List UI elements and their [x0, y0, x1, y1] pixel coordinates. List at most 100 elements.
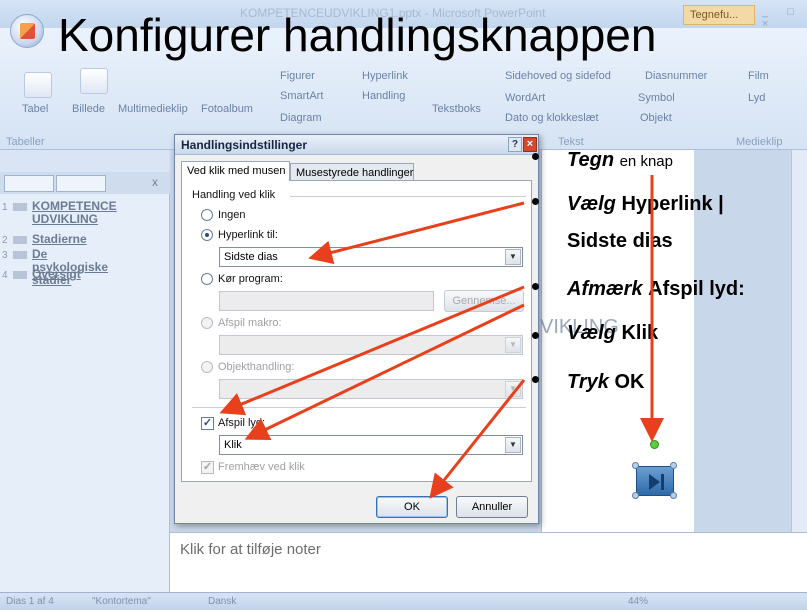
bullet-4-text: Klik [621, 322, 659, 344]
action-settings-dialog: Handlingsindstillinger ? × Ved klik med … [174, 134, 539, 524]
ribbon-lyd[interactable]: Lyd [748, 92, 765, 104]
sound-select[interactable]: Klik ▼ [219, 435, 523, 455]
ribbon-tekstboks[interactable]: Tekstboks [432, 103, 481, 115]
window-controls[interactable]: _ □ × [762, 6, 807, 30]
ribbon-objekt[interactable]: Objekt [640, 112, 672, 124]
outline-item-1[interactable]: KOMPETENCE UDVIKLING [32, 200, 117, 226]
label-hyperlink: Hyperlink til: [218, 229, 278, 241]
bullet-2-text-cont: Sidste dias [567, 230, 673, 252]
outline-item-4[interactable]: Oversigt [32, 268, 81, 281]
page-title: Konfigurer handlingsknappen [58, 9, 657, 61]
ribbon-sidehoved[interactable]: Sidehoved og sidefod [505, 70, 611, 82]
chevron-down-icon[interactable]: ▼ [505, 437, 521, 453]
notes-pane[interactable]: Klik for at tilføje noter [170, 532, 807, 592]
slide-icon [13, 271, 27, 279]
vertical-scrollbar[interactable] [791, 150, 807, 532]
help-button[interactable]: ? [508, 137, 522, 152]
ribbon-film[interactable]: Film [748, 70, 769, 82]
radio-hyperlink[interactable] [201, 229, 213, 241]
bullet-2-cont: Sidste dias [567, 229, 673, 253]
quick-access-toolbar [0, 150, 170, 172]
cancel-button[interactable]: Annuller [456, 496, 528, 518]
picture-icon [80, 68, 108, 94]
ribbon-handling[interactable]: Handling [362, 90, 405, 102]
ribbon-wordart[interactable]: WordArt [505, 92, 545, 104]
group-divider [290, 196, 526, 197]
ribbon-figurer[interactable]: Figurer [280, 70, 315, 82]
slide-icon [13, 236, 27, 244]
bullet-2-verb: Vælg [567, 193, 616, 215]
radio-objekt [201, 361, 213, 373]
outline-number: 3 [2, 250, 8, 261]
label-fremhaev: Fremhæv ved klik [218, 461, 305, 473]
bullet-4: Vælg Klik [567, 321, 658, 345]
outline-tabs: x [0, 172, 170, 194]
table-icon [24, 72, 52, 98]
bullet-4-verb: Vælg [567, 322, 616, 344]
bullet-3-text: Afspil lyd: [648, 278, 745, 300]
resize-handle[interactable] [670, 492, 677, 499]
resize-handle[interactable] [632, 462, 639, 469]
bullet-dot [532, 153, 539, 160]
outline-item-2-line-1: Stadierne [32, 232, 87, 246]
label-ingen: Ingen [218, 209, 246, 221]
ok-button[interactable]: OK [376, 496, 448, 518]
slides-outline-panel: x 1 KOMPETENCE UDVIKLING 2 Stadierne 3 D… [0, 172, 170, 592]
close-icon[interactable]: x [152, 175, 158, 189]
tab-mouse-click[interactable]: Ved klik med musen [181, 161, 290, 181]
tab-mouse-over[interactable]: Musestyrede handlinger [290, 163, 414, 181]
ribbon-hyperlink[interactable]: Hyperlink [362, 70, 408, 82]
divider [192, 407, 526, 408]
resize-handle[interactable] [632, 492, 639, 499]
outline-number: 4 [2, 270, 8, 281]
radio-program[interactable] [201, 273, 213, 285]
bullet-1-verb: Tegn [567, 149, 615, 171]
ribbon-diasnummer[interactable]: Diasnummer [645, 70, 707, 82]
checkbox-fremhaev: ✓ [201, 461, 214, 474]
outline-number: 1 [2, 202, 8, 213]
drawing-tools-tab[interactable]: Tegnefu... [683, 5, 755, 25]
ribbon-fotoalbum[interactable]: Fotoalbum [201, 103, 253, 115]
bullet-3-verb: Afmærk [567, 278, 643, 300]
tab-outline[interactable] [56, 175, 106, 192]
end-bar-icon [661, 474, 664, 490]
ribbon-symbol[interactable]: Symbol [638, 92, 675, 104]
action-button-shape[interactable] [636, 466, 674, 496]
label-makro: Afspil makro: [218, 317, 282, 329]
ribbon-smartart[interactable]: SmartArt [280, 90, 323, 102]
label-afspil-lyd: Afspil lyd: [218, 417, 266, 429]
bullet-dot [532, 376, 539, 383]
rotation-handle[interactable] [650, 440, 659, 449]
status-zoom[interactable]: 44% [628, 596, 648, 607]
label-program: Kør program: [218, 273, 283, 285]
chevron-down-icon[interactable]: ▼ [505, 249, 521, 265]
label-objekt: Objekthandling: [218, 361, 295, 373]
ribbon-multimedieklip[interactable]: Multimedieklip [118, 103, 188, 115]
slide-icon [13, 203, 27, 211]
checkbox-afspil-lyd[interactable]: ✓ [201, 417, 214, 430]
dialog-close-button[interactable]: × [523, 137, 537, 152]
ribbon-billede[interactable]: Billede [72, 103, 105, 115]
bullet-dot [532, 332, 539, 339]
status-slide: Dias 1 af 4 [6, 596, 54, 607]
hyperlink-select[interactable]: Sidste dias ▼ [219, 247, 523, 267]
bullet-dot [532, 198, 539, 205]
bullet-dot [532, 283, 539, 290]
bullet-1: Tegn en knap [567, 148, 673, 174]
resize-handle[interactable] [670, 462, 677, 469]
chevron-down-icon: ▼ [505, 337, 521, 353]
tab-slides[interactable] [4, 175, 54, 192]
dialog-titlebar: Handlingsindstillinger ? × [175, 135, 538, 155]
ribbon-dato[interactable]: Dato og klokkeslæt [505, 112, 599, 124]
ribbon-diagram[interactable]: Diagram [280, 112, 322, 124]
office-button[interactable] [10, 14, 44, 48]
outline-item-2[interactable]: Stadierne [32, 233, 87, 246]
status-language[interactable]: Dansk [208, 596, 236, 607]
tab-body: Handling ved klik Ingen Hyperlink til: S… [181, 180, 532, 482]
radio-ingen[interactable] [201, 209, 213, 221]
group-tekst: Tekst [558, 136, 584, 148]
makro-select: ▼ [219, 335, 523, 355]
outline-number: 2 [2, 235, 8, 246]
ribbon-tabel[interactable]: Tabel [22, 103, 48, 115]
chevron-down-icon: ▼ [505, 381, 521, 397]
